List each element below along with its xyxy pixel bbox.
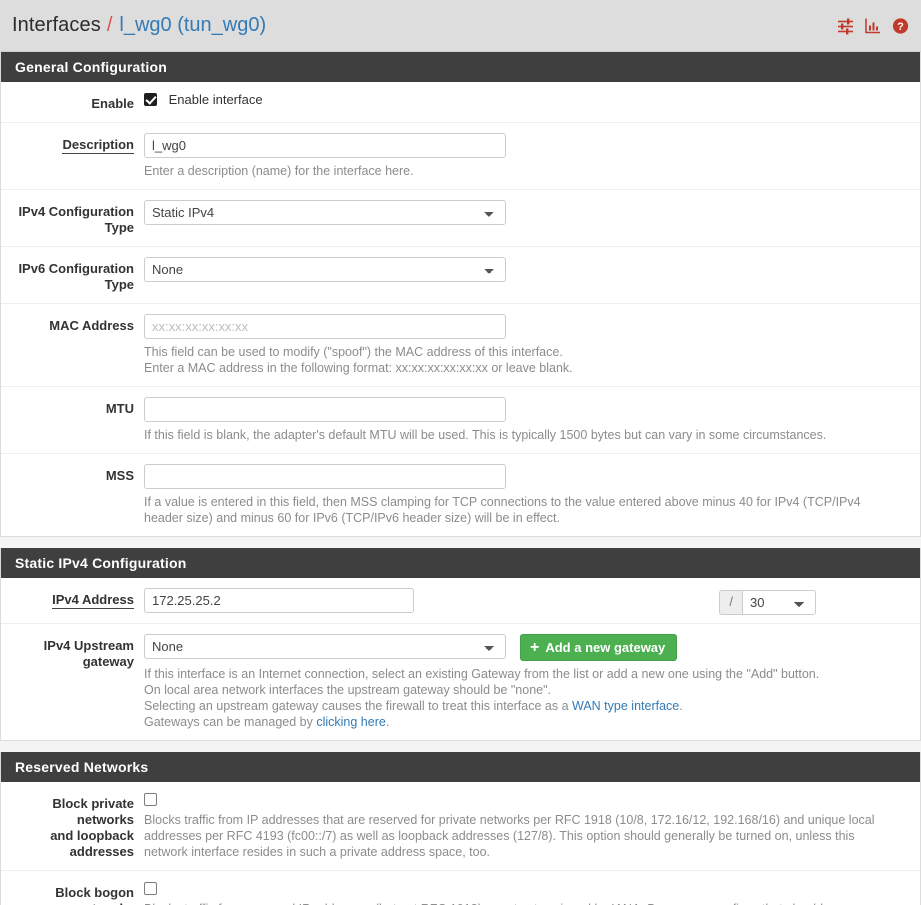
mss-help: If a value is entered in this field, the… bbox=[144, 495, 861, 525]
field-description: Enter a description (name) for the inter… bbox=[144, 133, 920, 179]
ipv4-upstream-gateway-select[interactable]: None bbox=[144, 634, 506, 659]
panel-general-configuration: General Configuration Enable Enable inte… bbox=[0, 52, 921, 537]
ipv4-config-type-select[interactable]: Static IPv4 bbox=[144, 200, 506, 225]
svg-text:?: ? bbox=[897, 21, 904, 33]
field-ipv4-upstream-gateway: None + Add a new gateway If this interfa… bbox=[144, 634, 920, 730]
row-mac-address: MAC Address This field can be used to mo… bbox=[1, 304, 920, 387]
block-bogon-networks-checkbox[interactable] bbox=[144, 882, 157, 895]
gateway-help-line1: If this interface is an Internet connect… bbox=[144, 667, 820, 681]
page-content: General Configuration Enable Enable inte… bbox=[0, 52, 921, 905]
field-block-private-networks: Blocks traffic from IP addresses that ar… bbox=[144, 792, 920, 860]
mss-input[interactable] bbox=[144, 464, 506, 489]
row-enable: Enable Enable interface bbox=[1, 82, 920, 123]
breadcrumb-root[interactable]: Interfaces bbox=[12, 14, 101, 37]
breadcrumb-separator: / bbox=[106, 14, 113, 36]
ipv4-prefix-select[interactable]: 30 bbox=[742, 590, 816, 615]
gateway-help-line2: On local area network interfaces the ups… bbox=[144, 683, 552, 697]
mac-address-input[interactable] bbox=[144, 314, 506, 339]
enable-interface-checkbox[interactable] bbox=[144, 93, 157, 106]
gateway-help-line4: Gateways can be managed by clicking here… bbox=[144, 714, 904, 730]
row-block-private-networks: Block private networks and loopback addr… bbox=[1, 782, 920, 871]
gateway-help-line4-post: . bbox=[385, 715, 390, 729]
wan-type-interface-link[interactable]: WAN type interface bbox=[572, 699, 679, 713]
add-new-gateway-label: Add a new gateway bbox=[545, 640, 666, 655]
ipv4-prefix-group: / 30 bbox=[719, 590, 816, 615]
block-bogon-help-line1: Blocks traffic from reserved IP addresse… bbox=[144, 901, 894, 905]
panel-static-ipv4: Static IPv4 Configuration IPv4 Address /… bbox=[0, 548, 921, 741]
row-mss: MSS If a value is entered in this field,… bbox=[1, 454, 920, 536]
label-ipv4-upstream-gateway: IPv4 Upstream gateway bbox=[43, 638, 134, 669]
panel-title-reserved-networks: Reserved Networks bbox=[1, 752, 920, 782]
prefix-slash-label: / bbox=[719, 590, 742, 615]
label-description: Description bbox=[62, 137, 134, 154]
help-icon[interactable]: ? bbox=[892, 17, 909, 34]
block-private-networks-help: Blocks traffic from IP addresses that ar… bbox=[144, 813, 875, 859]
gateway-help-line3-post: . bbox=[679, 699, 683, 713]
label-block-private-networks: Block private networks and loopback addr… bbox=[1, 792, 144, 860]
mac-address-help-line1: This field can be used to modify ("spoof… bbox=[144, 345, 563, 359]
row-mtu: MTU If this field is blank, the adapter'… bbox=[1, 387, 920, 454]
mtu-help: If this field is blank, the adapter's de… bbox=[144, 428, 827, 442]
gateway-help-line3: Selecting an upstream gateway causes the… bbox=[144, 698, 904, 714]
label-mtu: MTU bbox=[105, 401, 134, 416]
field-ipv4-address: / 30 bbox=[144, 588, 920, 615]
enable-interface-label: Enable interface bbox=[168, 92, 263, 107]
description-input[interactable] bbox=[144, 133, 506, 158]
field-mac-address: This field can be used to modify ("spoof… bbox=[144, 314, 920, 376]
add-new-gateway-button[interactable]: + Add a new gateway bbox=[520, 634, 678, 661]
label-ipv4-config-type: IPv4 Configuration Type bbox=[18, 204, 134, 235]
label-block-private-line1: Block private networks bbox=[52, 796, 134, 827]
panel-title-general: General Configuration bbox=[1, 52, 920, 82]
panel-reserved-networks: Reserved Networks Block private networks… bbox=[0, 752, 921, 905]
field-block-bogon-networks: Blocks traffic from reserved IP addresse… bbox=[144, 881, 920, 905]
mac-address-help-line2: Enter a MAC address in the following for… bbox=[144, 361, 573, 375]
panel-body-static-ipv4: IPv4 Address / 30 IPv4 Upstream gateway bbox=[1, 578, 920, 740]
row-ipv4-upstream-gateway: IPv4 Upstream gateway None + Add a new g… bbox=[1, 624, 920, 740]
panel-spacer-2 bbox=[0, 741, 921, 752]
field-ipv4-config-type: Static IPv4 bbox=[144, 200, 920, 225]
label-ipv6-config-type: IPv6 Configuration Type bbox=[18, 261, 134, 292]
panel-body-reserved-networks: Block private networks and loopback addr… bbox=[1, 782, 920, 905]
sliders-icon[interactable] bbox=[837, 17, 854, 34]
ipv4-address-input[interactable] bbox=[144, 588, 414, 613]
breadcrumb-current[interactable]: l_wg0 (tun_wg0) bbox=[119, 14, 266, 37]
description-help: Enter a description (name) for the inter… bbox=[144, 164, 414, 178]
gateway-help-line3-pre: Selecting an upstream gateway causes the… bbox=[144, 699, 573, 713]
row-block-bogon-networks: Block bogon networks Blocks traffic from… bbox=[1, 871, 920, 905]
row-ipv6-config-type: IPv6 Configuration Type None bbox=[1, 247, 920, 304]
plus-icon: + bbox=[530, 638, 540, 656]
chart-icon[interactable] bbox=[865, 18, 881, 34]
panel-spacer-1 bbox=[0, 537, 921, 548]
label-enable: Enable bbox=[91, 96, 134, 111]
gateway-control-row: None + Add a new gateway bbox=[144, 634, 906, 661]
mac-address-help: This field can be used to modify ("spoof… bbox=[144, 344, 889, 376]
clicking-here-link[interactable]: clicking here bbox=[316, 715, 385, 729]
gateway-help-line4-pre: Gateways can be managed by bbox=[144, 715, 317, 729]
breadcrumb-bar: Interfaces / l_wg0 (tun_wg0) ? bbox=[0, 0, 921, 52]
field-enable: Enable interface bbox=[144, 92, 920, 107]
row-ipv4-address: IPv4 Address / 30 bbox=[1, 578, 920, 624]
block-bogon-networks-help: Blocks traffic from reserved IP addresse… bbox=[144, 901, 894, 905]
block-private-networks-checkbox[interactable] bbox=[144, 793, 157, 806]
label-block-bogon-networks: Block bogon networks bbox=[55, 885, 134, 905]
label-block-private-line2: and loopback addresses bbox=[50, 828, 134, 859]
ipv6-config-type-select[interactable]: None bbox=[144, 257, 506, 282]
field-mtu: If this field is blank, the adapter's de… bbox=[144, 397, 920, 443]
row-ipv4-config-type: IPv4 Configuration Type Static IPv4 bbox=[1, 190, 920, 247]
label-mac-address: MAC Address bbox=[49, 318, 134, 333]
mtu-input[interactable] bbox=[144, 397, 506, 422]
label-ipv4-address: IPv4 Address bbox=[52, 592, 134, 609]
row-description: Description Enter a description (name) f… bbox=[1, 123, 920, 190]
header-icon-group: ? bbox=[837, 17, 909, 34]
field-ipv6-config-type: None bbox=[144, 257, 920, 282]
label-mss: MSS bbox=[105, 468, 134, 483]
field-mss: If a value is entered in this field, the… bbox=[144, 464, 920, 526]
panel-title-static-ipv4: Static IPv4 Configuration bbox=[1, 548, 920, 578]
panel-body-general: Enable Enable interface Description Ente… bbox=[1, 82, 920, 536]
gateway-help: If this interface is an Internet connect… bbox=[144, 666, 904, 730]
